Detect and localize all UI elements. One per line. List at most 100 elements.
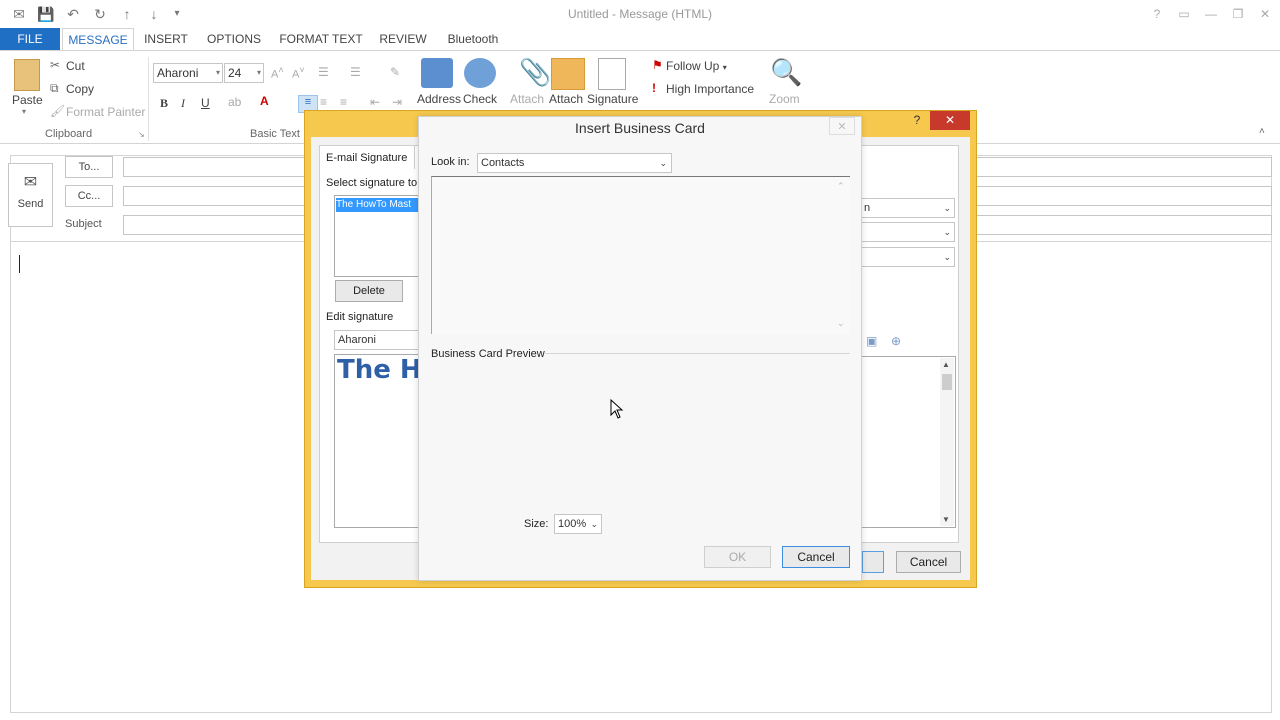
tab-file[interactable]: FILE bbox=[0, 28, 60, 50]
attach-file-button[interactable]: Attach bbox=[510, 92, 544, 106]
send-button[interactable]: ✉ Send bbox=[8, 163, 53, 227]
tab-email-signature[interactable]: E-mail Signature bbox=[319, 145, 415, 169]
signature-button[interactable]: Signature bbox=[587, 92, 638, 106]
help-icon[interactable]: ? bbox=[906, 110, 928, 130]
size-label: Size: bbox=[524, 518, 549, 530]
signature-list-item[interactable]: The HowTo Mast bbox=[336, 198, 422, 212]
signatures-cancel-button[interactable]: Cancel bbox=[896, 551, 961, 573]
font-color-icon[interactable]: A bbox=[260, 94, 269, 108]
chevron-down-icon: ▾ bbox=[215, 68, 220, 77]
address-book-icon[interactable] bbox=[421, 58, 453, 88]
cancel-button[interactable]: Cancel bbox=[782, 546, 850, 568]
check-names-icon[interactable] bbox=[464, 58, 496, 88]
chevron-down-icon: ⌄ bbox=[943, 227, 951, 237]
close-icon[interactable]: ✕ bbox=[829, 117, 855, 135]
signature-editor[interactable]: The H bbox=[334, 354, 424, 528]
new-messages-value: n bbox=[864, 202, 871, 214]
scroll-up-icon[interactable]: ⌃ bbox=[837, 181, 845, 192]
maximize-icon[interactable]: ❐ bbox=[1228, 5, 1248, 23]
increase-indent-icon[interactable]: ⇥ bbox=[392, 95, 402, 109]
tab-options[interactable]: OPTIONS bbox=[204, 28, 264, 50]
address-button[interactable]: Address bbox=[417, 92, 461, 106]
cc-button[interactable]: Cc... bbox=[65, 185, 113, 207]
signature-scrollbar[interactable]: ▲ ▼ bbox=[940, 358, 954, 526]
group-divider bbox=[148, 57, 149, 141]
signature-font-combo[interactable]: Aharoni bbox=[334, 330, 424, 350]
send-label: Send bbox=[17, 198, 44, 210]
close-icon[interactable]: ✕ bbox=[930, 111, 970, 130]
copy-button[interactable]: Copy bbox=[66, 82, 94, 96]
copy-icon: ⧉ bbox=[50, 81, 59, 95]
ok-button[interactable]: OK bbox=[704, 546, 771, 568]
to-button[interactable]: To... bbox=[65, 156, 113, 178]
picture-icon[interactable]: ▣ bbox=[866, 334, 877, 348]
delete-signature-button[interactable]: Delete bbox=[335, 280, 403, 302]
shrink-font-icon[interactable]: A˅ bbox=[292, 65, 305, 81]
tab-format-text[interactable]: FORMAT TEXT bbox=[278, 28, 364, 50]
cut-button[interactable]: Cut bbox=[66, 59, 85, 73]
account-combo[interactable]: ⌄ bbox=[860, 247, 955, 267]
numbering-icon[interactable]: ☰ bbox=[350, 65, 361, 79]
edit-signature-label: Edit signature bbox=[326, 311, 394, 323]
help-icon[interactable]: ? bbox=[1147, 5, 1167, 23]
ribbon-options-icon[interactable]: ▭ bbox=[1174, 5, 1194, 23]
business-card-preview-label: Business Card Preview bbox=[431, 348, 545, 360]
minimize-icon[interactable]: — bbox=[1201, 5, 1221, 23]
italic-button[interactable]: I bbox=[181, 96, 185, 111]
chevron-down-icon: ▾ bbox=[256, 68, 261, 77]
clear-formatting-icon[interactable]: ✎ bbox=[390, 65, 400, 79]
scroll-thumb[interactable] bbox=[942, 374, 952, 390]
attach-item-icon[interactable] bbox=[551, 58, 585, 90]
align-center-icon[interactable]: ≡ bbox=[320, 95, 327, 109]
contacts-list[interactable] bbox=[431, 176, 850, 334]
paste-icon[interactable] bbox=[14, 59, 40, 91]
close-icon[interactable]: ✕ bbox=[1255, 5, 1275, 23]
new-messages-combo[interactable]: n ⌄ bbox=[860, 198, 955, 218]
scroll-up-icon[interactable]: ▲ bbox=[942, 360, 950, 369]
window-title: Untitled - Message (HTML) bbox=[567, 7, 713, 21]
bold-button[interactable]: B bbox=[160, 96, 168, 111]
size-combo[interactable]: 100% ⌄ bbox=[554, 514, 602, 534]
underline-button[interactable]: U bbox=[201, 96, 210, 110]
tab-bluetooth[interactable]: Bluetooth bbox=[442, 28, 504, 50]
highlight-icon[interactable]: ab bbox=[228, 95, 241, 109]
font-name-combo[interactable]: Aharoni ▾ bbox=[153, 63, 223, 83]
signature-icon[interactable] bbox=[598, 58, 626, 90]
paste-dropdown-icon[interactable]: ▾ bbox=[22, 107, 26, 116]
bullets-icon[interactable]: ☰ bbox=[318, 65, 329, 79]
flag-icon: ⚑ bbox=[652, 58, 663, 72]
chevron-down-icon: ▾ bbox=[722, 63, 727, 72]
select-signature-label: Select signature to bbox=[326, 177, 418, 189]
clipboard-group-label: Clipboard bbox=[45, 128, 93, 140]
high-importance-button[interactable]: High Importance bbox=[666, 82, 754, 96]
scroll-down-icon[interactable]: ▼ bbox=[942, 515, 950, 524]
scroll-down-icon[interactable]: ⌄ bbox=[837, 318, 845, 329]
paste-button[interactable]: Paste bbox=[12, 93, 43, 107]
tab-review[interactable]: REVIEW bbox=[378, 28, 428, 50]
tab-message[interactable]: MESSAGE bbox=[62, 28, 134, 50]
paperclip-icon[interactable]: 📎 bbox=[519, 57, 551, 88]
subject-label: Subject bbox=[65, 218, 102, 230]
font-name-value: Aharoni bbox=[157, 66, 199, 80]
attach-item-button[interactable]: Attach bbox=[549, 92, 583, 106]
look-in-combo[interactable]: Contacts ⌄ bbox=[477, 153, 672, 173]
follow-up-button[interactable]: Follow Up ▾ bbox=[666, 59, 727, 73]
zoom-button[interactable]: Zoom bbox=[769, 92, 800, 106]
basic-text-group-label: Basic Text bbox=[250, 128, 300, 140]
hyperlink-icon[interactable]: ⊕ bbox=[891, 334, 901, 348]
font-size-combo[interactable]: 24 ▾ bbox=[224, 63, 264, 83]
format-painter-button[interactable]: Format Painter bbox=[66, 105, 145, 119]
align-right-icon[interactable]: ≡ bbox=[340, 95, 347, 109]
zoom-icon[interactable]: 🔍 bbox=[770, 57, 802, 88]
clipboard-launcher-icon[interactable]: ↘ bbox=[138, 130, 145, 139]
tab-insert[interactable]: INSERT bbox=[140, 28, 192, 50]
business-card-preview bbox=[431, 362, 850, 502]
collapse-ribbon-icon[interactable]: ˄ bbox=[1259, 126, 1265, 137]
chevron-down-icon: ⌄ bbox=[590, 519, 598, 529]
decrease-indent-icon[interactable]: ⇤ bbox=[370, 95, 380, 109]
ok-button-partial[interactable] bbox=[862, 551, 884, 573]
replies-combo[interactable]: ⌄ bbox=[860, 222, 955, 242]
chevron-down-icon: ⌄ bbox=[943, 252, 951, 262]
grow-font-icon[interactable]: A˄ bbox=[271, 65, 284, 81]
check-names-button[interactable]: Check bbox=[463, 92, 497, 106]
